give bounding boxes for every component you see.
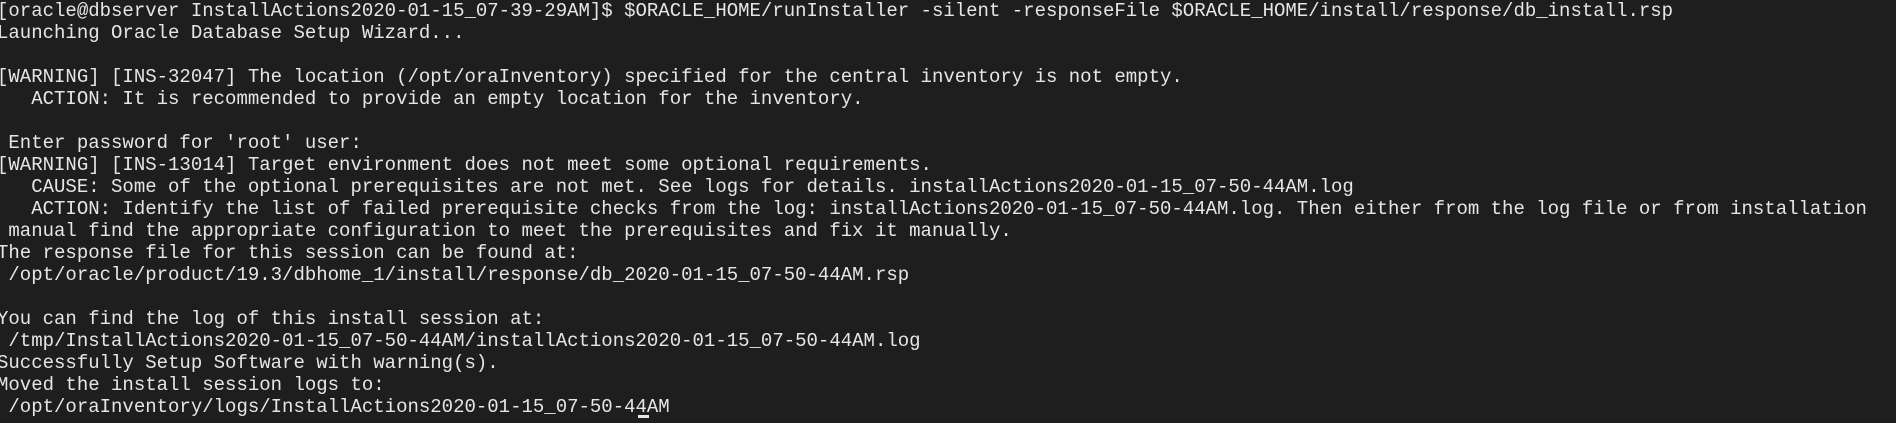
terminal-line-log-heading: You can find the log of this install ses… [0, 308, 545, 330]
terminal-line-success: Successfully Setup Software with warning… [0, 352, 499, 374]
terminal-line-action-prereq: ACTION: Identify the list of failed prer… [0, 198, 1867, 220]
terminal-line-launching: Launching Oracle Database Setup Wizard..… [0, 22, 465, 44]
text-cursor [638, 415, 649, 418]
terminal-line-action-inventory: ACTION: It is recommended to provide an … [0, 88, 864, 110]
terminal-line-action-prereq-cont: manual find the appropriate configuratio… [0, 220, 1012, 242]
terminal-line-warning-inventory: [WARNING] [INS-32047] The location (/opt… [0, 66, 1183, 88]
terminal-line-log-path: /tmp/InstallActions2020-01-15_07-50-44AM… [0, 330, 921, 352]
terminal-line-command: [oracle@dbserver InstallActions2020-01-1… [0, 0, 1674, 22]
terminal-window[interactable]: [oracle@dbserver InstallActions2020-01-1… [0, 0, 1896, 423]
terminal-line-response-file-heading: The response file for this session can b… [0, 242, 579, 264]
terminal-line-logs-path: /opt/oraInventory/logs/InstallActions202… [0, 396, 1896, 418]
terminal-line-warning-requirements: [WARNING] [INS-13014] Target environment… [0, 154, 932, 176]
terminal-line-response-file-path: /opt/oracle/product/19.3/dbhome_1/instal… [0, 264, 910, 286]
terminal-line-moved-logs: Moved the install session logs to: [0, 374, 385, 396]
terminal-line-password-prompt: Enter password for 'root' user: [0, 132, 362, 154]
terminal-line-cause: CAUSE: Some of the optional prerequisite… [0, 176, 1354, 198]
terminal-line-logs-path-text: /opt/oraInventory/logs/InstallActions202… [0, 396, 670, 418]
